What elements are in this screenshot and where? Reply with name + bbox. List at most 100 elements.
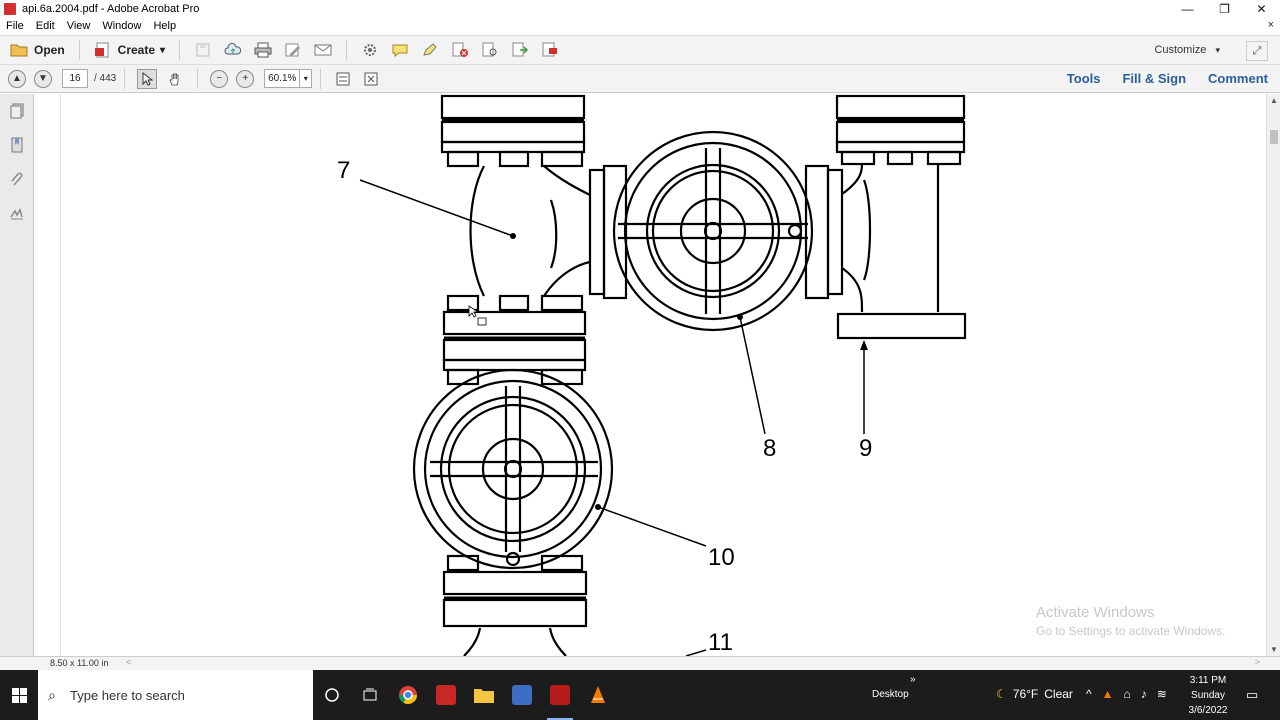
- review-pages-icon[interactable]: [479, 39, 501, 61]
- folder-icon: [10, 44, 28, 57]
- toolbar-separator: [320, 68, 322, 89]
- start-button[interactable]: [0, 670, 38, 720]
- search-icon: ⌕: [48, 686, 56, 703]
- system-clock[interactable]: 3:11 PM Sunday 3/6/2022: [1182, 673, 1234, 718]
- chevron-down-icon: ▾: [160, 44, 166, 56]
- main-toolbar: Open Create ▾ Customize ▾ ⤢: [0, 35, 1280, 65]
- callout-8: 8: [763, 435, 776, 462]
- full-screen-mode-icon[interactable]: [361, 69, 381, 89]
- menu-edit[interactable]: Edit: [30, 20, 61, 32]
- document-view[interactable]: 7 8 9 10 11: [35, 94, 1265, 656]
- windows-taskbar: ⌕ Type here to search » Desktop ☾ 76°F C…: [0, 670, 1280, 720]
- previous-page-icon[interactable]: ▲: [8, 69, 26, 88]
- search-placeholder: Type here to search: [70, 687, 185, 703]
- vlc-icon[interactable]: [579, 670, 617, 720]
- page-number-input[interactable]: 16: [62, 69, 88, 88]
- vlc-tray-icon[interactable]: ▲: [1102, 687, 1114, 701]
- fullscreen-expand-icon[interactable]: ⤢: [1246, 41, 1268, 61]
- save-icon[interactable]: [192, 39, 214, 61]
- title-bar: api.6a.2004.pdf - Adobe Acrobat Pro — ❐ …: [0, 0, 1280, 18]
- close-document-button[interactable]: ×: [1268, 19, 1274, 31]
- fit-page-icon[interactable]: [333, 69, 353, 89]
- activate-subtitle: Go to Settings to activate Windows.: [1036, 624, 1226, 638]
- create-pdf-icon: [94, 42, 109, 58]
- navigation-toolbar: ▲ ▼ 16 / 443 − + 60.1% ▾ Tools Fill & Si…: [0, 65, 1280, 93]
- acrobat-reader-icon[interactable]: [427, 670, 465, 720]
- zoom-out-icon[interactable]: −: [210, 69, 229, 88]
- select-cursor-icon[interactable]: [137, 68, 158, 89]
- scroll-up-icon[interactable]: ▲: [1270, 96, 1278, 105]
- form-icon[interactable]: [539, 39, 561, 61]
- print-icon[interactable]: [252, 39, 274, 61]
- next-page-icon[interactable]: ▼: [34, 69, 52, 88]
- vertical-scrollbar[interactable]: ▲ ▼: [1266, 94, 1280, 656]
- callout-7: 7: [337, 157, 350, 184]
- zoom-dropdown-icon[interactable]: ▾: [300, 69, 313, 88]
- tools-link[interactable]: Tools: [1067, 71, 1101, 86]
- edit-pen-icon[interactable]: [282, 39, 304, 61]
- minimize-button[interactable]: —: [1169, 0, 1206, 18]
- acrobat-pro-icon[interactable]: [541, 670, 579, 720]
- close-button[interactable]: ✕: [1243, 0, 1280, 18]
- wifi-icon[interactable]: ≋: [1157, 687, 1167, 701]
- clock-date: 3/6/2022: [1188, 705, 1228, 716]
- volume-icon[interactable]: ♪: [1141, 687, 1147, 701]
- window-controls: — ❐ ✕: [1169, 0, 1280, 18]
- menu-file[interactable]: File: [0, 20, 30, 32]
- chrome-icon[interactable]: [389, 670, 427, 720]
- network-icon[interactable]: ⌂: [1124, 687, 1131, 701]
- weather-condition: Clear: [1044, 687, 1073, 701]
- system-tray: ^ ▲ ⌂ ♪ ≋: [1086, 687, 1167, 701]
- comment-bubble-icon[interactable]: [389, 39, 411, 61]
- activate-windows-watermark: Activate Windows Go to Settings to activ…: [1036, 604, 1225, 638]
- windows-logo-icon: [11, 687, 27, 703]
- attachments-paperclip-icon[interactable]: [8, 170, 26, 188]
- taskbar-search-box[interactable]: ⌕ Type here to search: [38, 670, 313, 720]
- delete-pages-icon[interactable]: [449, 39, 471, 61]
- menu-view[interactable]: View: [61, 20, 97, 32]
- task-view-icon[interactable]: [351, 670, 389, 720]
- zoom-in-icon[interactable]: +: [236, 69, 255, 88]
- create-button[interactable]: Create ▾: [88, 38, 171, 62]
- customize-label: Customize: [1154, 44, 1207, 56]
- toolbar-separator: [197, 68, 199, 89]
- restore-button[interactable]: ❐: [1206, 0, 1243, 18]
- email-icon[interactable]: [312, 39, 334, 61]
- activate-title: Activate Windows: [1036, 604, 1155, 621]
- file-explorer-icon[interactable]: [465, 670, 503, 720]
- highlight-icon[interactable]: [419, 39, 441, 61]
- open-button[interactable]: Open: [4, 38, 71, 62]
- page-thumbnails-icon[interactable]: [8, 102, 26, 120]
- extract-pages-icon[interactable]: [509, 39, 531, 61]
- signatures-icon[interactable]: [8, 204, 26, 222]
- page-size-label: 8.50 x 11.00 in: [50, 658, 109, 668]
- tray-chevron-up-icon[interactable]: ^: [1086, 687, 1092, 701]
- callout-11: 11: [708, 629, 733, 656]
- gear-icon[interactable]: [359, 39, 381, 61]
- save-app-icon[interactable]: [503, 670, 541, 720]
- toolbar-overflow-icon[interactable]: »: [910, 674, 916, 685]
- toolbar-separator: [346, 40, 348, 60]
- scroll-down-icon[interactable]: ▼: [1270, 645, 1278, 654]
- menu-window[interactable]: Window: [96, 20, 147, 32]
- desktop-toolbar-label[interactable]: Desktop: [872, 689, 909, 700]
- weather-widget[interactable]: ☾ 76°F Clear: [996, 687, 1073, 701]
- scroll-right-icon[interactable]: >: [1255, 657, 1260, 667]
- menu-help[interactable]: Help: [147, 20, 182, 32]
- cloud-upload-icon[interactable]: [222, 39, 244, 61]
- scroll-left-icon[interactable]: <: [126, 657, 131, 667]
- hand-tool-icon[interactable]: [165, 69, 185, 89]
- acrobat-app-icon: [4, 3, 16, 15]
- moon-icon: ☾: [996, 687, 1007, 701]
- cortana-icon[interactable]: [313, 670, 351, 720]
- zoom-level-input[interactable]: 60.1%: [264, 69, 301, 88]
- bookmarks-icon[interactable]: [8, 136, 26, 154]
- task-pane-links: Tools Fill & Sign Comment: [1067, 71, 1268, 86]
- fill-sign-link[interactable]: Fill & Sign: [1122, 71, 1186, 86]
- toolbar-separator: [179, 40, 181, 60]
- status-bar: 8.50 x 11.00 in < >: [0, 656, 1280, 670]
- notifications-icon[interactable]: ▭: [1246, 687, 1258, 703]
- customize-menu[interactable]: Customize ▾: [1154, 44, 1220, 56]
- scroll-thumb[interactable]: [1270, 130, 1278, 144]
- comment-link[interactable]: Comment: [1208, 71, 1268, 86]
